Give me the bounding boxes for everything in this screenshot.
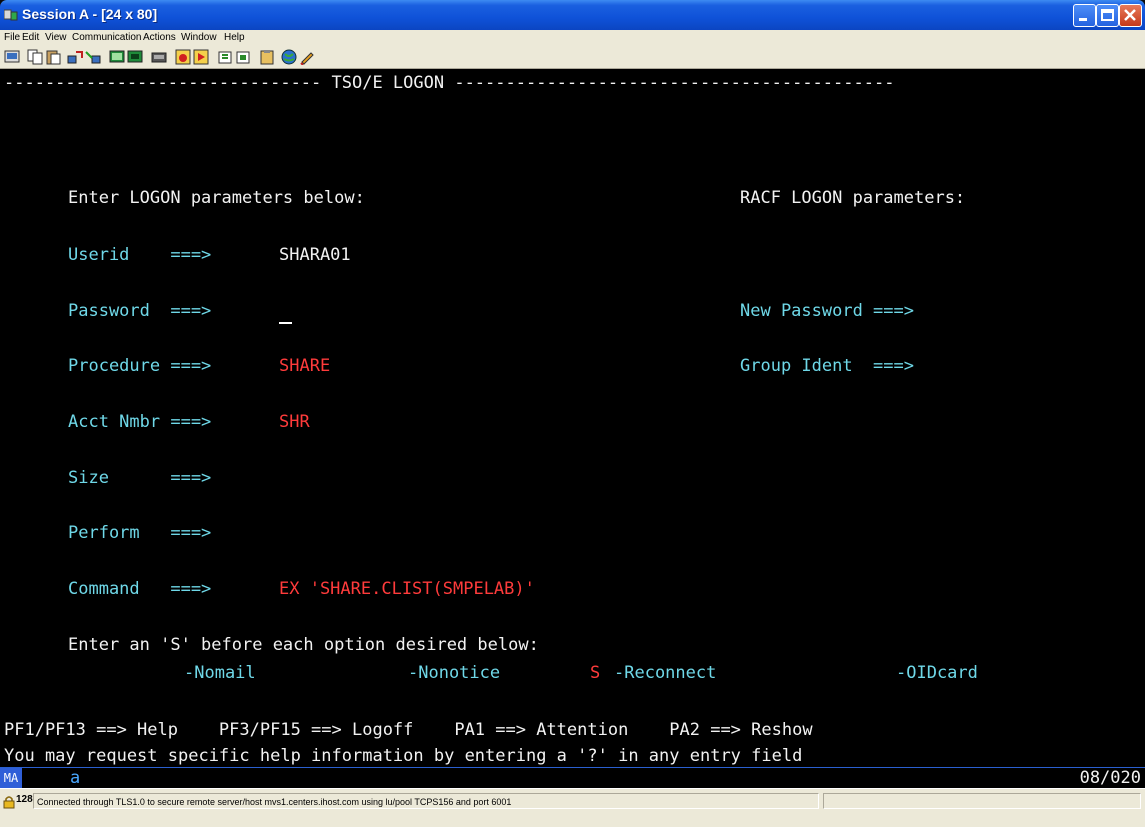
cursor [279,322,292,324]
receive-file-button[interactable] [85,49,101,65]
option-prompt: Enter an 'S' before each option desired … [68,635,539,655]
display-icon [109,50,125,63]
paste-icon [46,50,61,65]
record-macro-icon [175,49,191,65]
terminal-screen[interactable]: ------------------------------- TSO/E LO… [0,69,1145,767]
minimize-button[interactable] [1073,4,1096,27]
logon-parameters-heading: Enter LOGON parameters below: [68,188,365,208]
procedure-label: Procedure ===> [68,356,212,376]
clipboard-icon [260,50,274,65]
play-macro-icon [193,49,209,65]
send-file-icon [67,51,83,64]
maximize-button[interactable] [1096,4,1119,27]
status-panel [823,793,1141,809]
acct-nmbr-label: Acct Nmbr ===> [68,412,212,432]
globe-button[interactable] [281,49,297,65]
print-screen-icon [4,50,20,63]
group-ident-field[interactable] [990,356,1100,376]
racf-parameters-heading: RACF LOGON parameters: [740,188,966,208]
procedure-field[interactable]: SHARE [279,356,330,376]
command-label: Command ===> [68,579,212,599]
menu-help[interactable]: Help [224,32,245,43]
lock-icon [3,796,15,809]
menu-bar: File Edit View Communication Actions Win… [0,30,1145,46]
cursor-position: 08/020 [1079,768,1141,788]
display-button[interactable] [109,49,125,65]
copy-button[interactable] [27,49,43,65]
copy-icon [27,49,43,65]
start-icon [218,51,232,64]
globe-icon [281,49,297,65]
menu-view[interactable]: View [45,32,67,43]
userid-field[interactable]: SHARA01 [279,245,351,265]
session-mode-indicator: MA [0,768,22,788]
perform-label: Perform ===> [68,523,212,543]
perform-field[interactable] [279,523,389,543]
send-file-button[interactable] [67,49,83,65]
window-title: Session A - [24 x 80] [22,6,158,22]
nonotice-option: -Nonotice [408,663,501,683]
menu-communication[interactable]: Communication [72,32,141,43]
password-label: Password ===> [68,301,212,321]
command-field[interactable]: EX 'SHARE.CLIST(SMPELAB)' [279,579,535,599]
menu-actions[interactable]: Actions [143,32,176,43]
size-label: Size ===> [68,468,212,488]
connection-status-message: Connected through TLS1.0 to secure remot… [33,793,819,809]
print-screen-button[interactable] [4,49,20,65]
maximize-icon [1101,9,1114,21]
size-field[interactable] [279,468,389,488]
paste-button[interactable] [45,49,61,65]
stop-icon [236,51,250,64]
screen-header-line: ------------------------------- TSO/E LO… [4,73,895,93]
close-button[interactable] [1119,4,1142,27]
status-bar: 128 Connected through TLS1.0 to secure r… [0,788,1145,827]
minimize-icon [1079,18,1087,21]
reconnect-selection[interactable]: S [590,663,600,683]
help-info-line: You may request specific help informatio… [4,746,803,766]
oidcard-option: -OIDcard [896,663,978,683]
encryption-bits: 128 [16,794,33,805]
close-icon [1124,9,1136,21]
record-macro-button[interactable] [175,49,191,65]
stop-button[interactable] [235,49,251,65]
menu-file[interactable]: File [4,32,20,43]
edit-button[interactable] [299,49,315,65]
macro-icon [151,52,167,63]
new-password-label: New Password ===> [740,301,914,321]
receive-file-icon [85,51,101,64]
start-button[interactable] [217,49,233,65]
nomail-option: -Nomail [184,663,256,683]
window-title-bar[interactable]: Session A - [24 x 80] [0,0,1145,30]
edit-icon [300,52,314,65]
userid-label: Userid ===> [68,245,212,265]
menu-window[interactable]: Window [181,32,217,43]
macro-button[interactable] [151,49,167,65]
keyboard-icon [127,50,143,63]
keyboard-button[interactable] [127,49,143,65]
operator-info-area: MA a 08/020 [0,767,1145,788]
toolbar [0,46,1145,69]
app-icon [4,9,18,21]
acct-nmbr-field[interactable]: SHR [279,412,310,432]
menu-edit[interactable]: Edit [22,32,39,43]
pf-keys-line: PF1/PF13 ==> Help PF3/PF15 ==> Logoff PA… [4,720,813,740]
session-type-indicator: a [70,768,81,788]
new-password-field[interactable] [990,301,1100,321]
clipboard-button[interactable] [259,49,275,65]
group-ident-label: Group Ident ===> [740,356,914,376]
play-macro-button[interactable] [193,49,209,65]
reconnect-option: -Reconnect [614,663,717,683]
